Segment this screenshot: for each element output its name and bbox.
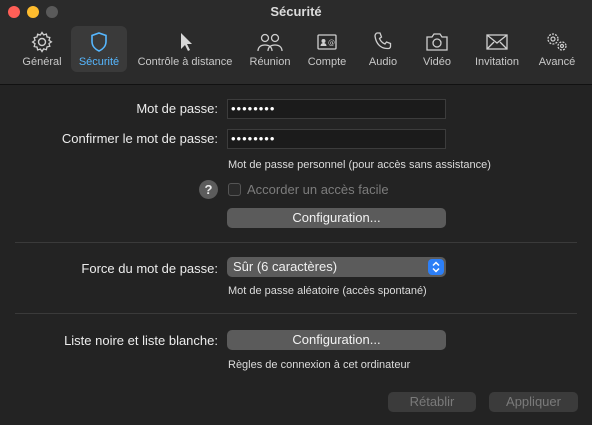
tab-general[interactable]: Général [14,26,70,72]
tab-general-label: Général [22,56,62,68]
confirm-password-field[interactable]: •••••••• [227,129,446,149]
confirm-password-label: Confirmer le mot de passe: [61,131,218,146]
password-strength-select[interactable]: Sûr (6 caractères) [227,257,446,277]
shield-icon [91,32,107,52]
svg-text:@: @ [328,39,335,47]
security-pane: Mot de passe: •••••••• Confirmer le mot … [0,85,592,425]
preferences-toolbar: Général Sécurité Contrôle à distance Réu… [0,24,592,80]
title-bar: Sécurité Général Sécurité Contrôle à dis… [0,0,592,85]
tab-invitation-label: Invitation [474,56,520,68]
tab-remote-control-label: Contrôle à distance [137,56,233,68]
people-icon [257,33,283,52]
tab-account[interactable]: @ Compte [300,26,354,72]
password-label: Mot de passe: [136,101,218,116]
easy-access-checkbox[interactable] [228,183,241,196]
tab-remote-control[interactable]: Contrôle à distance [131,26,239,72]
personal-password-note: Mot de passe personnel (pour accès sans … [228,159,491,171]
account-card-icon: @ [317,34,337,50]
help-button[interactable]: ? [199,180,218,199]
tab-meeting-label: Réunion [249,56,291,68]
easy-access-label: Accorder un accès facile [247,182,389,197]
tab-audio[interactable]: Audio [360,26,406,72]
separator [15,242,577,243]
tab-account-label: Compte [307,56,347,68]
tab-video[interactable]: Vidéo [414,26,460,72]
gear-icon [31,31,53,53]
tab-advanced-label: Avancé [538,56,576,68]
apply-button[interactable]: Appliquer [489,392,578,412]
separator [15,313,577,314]
tab-security-label: Sécurité [78,56,120,68]
tab-security[interactable]: Sécurité [71,26,127,72]
lists-configuration-button[interactable]: Configuration... [227,330,446,350]
password-configuration-button[interactable]: Configuration... [227,208,446,228]
tab-video-label: Vidéo [423,56,451,68]
phone-icon [374,32,392,50]
password-strength-label: Force du mot de passe: [81,261,218,276]
blacklist-whitelist-label: Liste noire et liste blanche: [64,333,218,348]
gears-icon [547,33,567,51]
password-field[interactable]: •••••••• [227,99,446,119]
popup-arrows-icon [428,259,444,275]
tab-advanced[interactable]: Avancé [532,26,582,72]
tab-audio-label: Audio [368,56,398,68]
random-password-note: Mot de passe aléatoire (accès spontané) [228,285,427,297]
preferences-window: Sécurité Général Sécurité Contrôle à dis… [0,0,592,425]
reset-button[interactable]: Rétablir [388,392,476,412]
tab-invitation[interactable]: Invitation [468,26,526,72]
cursor-icon [181,33,192,51]
camera-icon [426,33,448,51]
window-title: Sécurité [270,4,322,19]
connection-rules-note: Règles de connexion à cet ordinateur [228,359,411,371]
envelope-icon [486,34,508,50]
tab-meeting[interactable]: Réunion [244,26,296,72]
password-strength-value: Sûr (6 caractères) [233,259,338,274]
